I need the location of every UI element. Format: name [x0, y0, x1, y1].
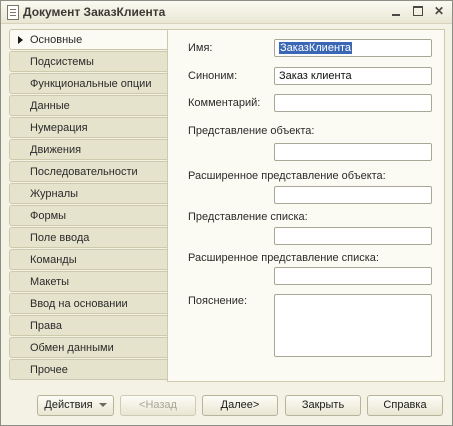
name-label: Имя:	[188, 42, 213, 54]
tab-label: Нумерация	[30, 122, 88, 134]
ext-object-presentation-label: Расширенное представление объекта:	[188, 170, 386, 182]
close-icon: ✕	[433, 4, 445, 18]
object-presentation-label: Представление объекта:	[188, 125, 315, 137]
tab-label: Макеты	[30, 276, 70, 288]
explanation-textarea[interactable]	[274, 294, 432, 357]
ext-list-presentation-label: Расширенное представление списка:	[188, 252, 379, 264]
tab-journals[interactable]: Журналы	[9, 183, 168, 204]
tab-input-by-basis[interactable]: Ввод на основании	[9, 293, 168, 314]
tab-forms[interactable]: Формы	[9, 205, 168, 226]
tab-subsystems[interactable]: Подсистемы	[9, 51, 168, 72]
minimize-icon	[392, 14, 400, 16]
tab-commands[interactable]: Команды	[9, 249, 168, 270]
name-field[interactable]: ЗаказКлиента	[274, 39, 432, 57]
active-tab-arrow-icon	[18, 36, 23, 44]
tab-rights[interactable]: Права	[9, 315, 168, 336]
tab-templates[interactable]: Макеты	[9, 271, 168, 292]
object-presentation-field[interactable]	[274, 143, 432, 161]
tab-label: Права	[30, 320, 62, 332]
minimize-button[interactable]	[387, 3, 405, 20]
synonym-label: Синоним:	[188, 70, 238, 82]
tab-label: Подсистемы	[30, 56, 94, 68]
actions-label: Действия	[44, 399, 93, 411]
tab-label: Данные	[30, 100, 70, 112]
tab-data-exchange[interactable]: Обмен данными	[9, 337, 168, 358]
synonym-value: Заказ клиента	[279, 70, 352, 82]
maximize-icon	[413, 6, 423, 16]
tab-label: Прочее	[30, 364, 68, 376]
back-button[interactable]: <Назад	[120, 395, 196, 416]
tab-sequences[interactable]: Последовательности	[9, 161, 168, 182]
tab-label: Команды	[30, 254, 77, 266]
ext-object-presentation-field[interactable]	[274, 186, 432, 204]
title-bar: Документ ЗаказКлиента ✕	[1, 1, 452, 24]
explanation-label: Пояснение:	[188, 295, 248, 307]
tab-data[interactable]: Данные	[9, 95, 168, 116]
actions-button[interactable]: Действия	[37, 395, 114, 416]
synonym-field[interactable]: Заказ клиента	[274, 67, 432, 85]
tab-label: Ввод на основании	[30, 298, 128, 310]
close-label: Закрыть	[301, 399, 345, 411]
list-presentation-field[interactable]	[274, 227, 432, 245]
tab-label: Журналы	[30, 188, 79, 200]
ext-list-presentation-field[interactable]	[274, 267, 432, 285]
list-presentation-label: Представление списка:	[188, 211, 308, 223]
maximize-button[interactable]	[409, 3, 427, 20]
properties-window: Документ ЗаказКлиента ✕ Основные Подсист…	[0, 0, 453, 426]
tab-input-field[interactable]: Поле ввода	[9, 227, 168, 248]
tab-other[interactable]: Прочее	[9, 359, 168, 380]
tab-label: Обмен данными	[30, 342, 114, 354]
tab-label: Последовательности	[30, 166, 138, 178]
tab-list: Основные Подсистемы Функциональные опции…	[9, 29, 168, 381]
tab-label: Основные	[30, 34, 83, 46]
help-label: Справка	[383, 399, 427, 411]
back-label: <Назад	[139, 399, 177, 411]
tab-label: Поле ввода	[30, 232, 90, 244]
next-button[interactable]: Далее>	[202, 395, 278, 416]
comment-label: Комментарий:	[188, 97, 261, 109]
name-value: ЗаказКлиента	[279, 42, 353, 54]
tab-functional-options[interactable]: Функциональные опции	[9, 73, 168, 94]
close-window-button[interactable]: ✕	[430, 3, 448, 20]
chevron-down-icon	[98, 403, 107, 408]
main-properties-panel: Имя: ЗаказКлиента Синоним: Заказ клиента…	[167, 29, 445, 382]
window-title: Документ ЗаказКлиента	[23, 5, 166, 19]
tab-label: Движения	[30, 144, 82, 156]
document-icon	[7, 5, 19, 20]
tab-label: Функциональные опции	[30, 78, 152, 90]
tab-movements[interactable]: Движения	[9, 139, 168, 160]
help-button[interactable]: Справка	[367, 395, 443, 416]
tab-main[interactable]: Основные	[9, 29, 168, 50]
next-label: Далее>	[220, 399, 260, 411]
tab-numbering[interactable]: Нумерация	[9, 117, 168, 138]
comment-field[interactable]	[274, 94, 432, 112]
tab-label: Формы	[30, 210, 67, 222]
close-button[interactable]: Закрыть	[285, 395, 361, 416]
